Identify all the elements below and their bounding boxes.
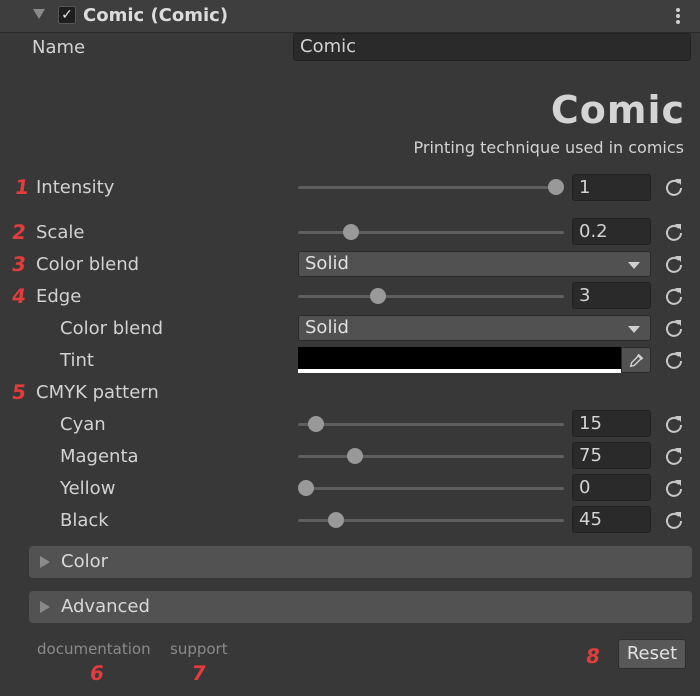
black-label: Black <box>60 510 109 531</box>
reset-button[interactable]: Reset <box>618 639 686 669</box>
reset-icon[interactable] <box>664 446 684 466</box>
name-input[interactable]: Comic <box>293 33 691 61</box>
badge-6: 6 <box>88 661 106 685</box>
reset-icon[interactable] <box>664 350 684 370</box>
advanced-section-foldout[interactable]: Advanced <box>29 591 692 623</box>
documentation-link[interactable]: documentation <box>37 640 151 658</box>
edge-input[interactable]: 3 <box>572 282 651 309</box>
enable-checkbox[interactable]: ✓ <box>58 6 76 24</box>
yellow-slider-track[interactable] <box>298 487 564 490</box>
scale-slider-thumb[interactable] <box>343 224 360 240</box>
badge-8: 8 <box>584 644 602 668</box>
intensity-label: Intensity <box>36 177 115 198</box>
black-input[interactable]: 45 <box>572 506 651 533</box>
reset-icon[interactable] <box>664 478 684 498</box>
scale-input[interactable]: 0.2 <box>572 218 651 245</box>
yellow-input[interactable]: 0 <box>572 474 651 501</box>
intensity-slider-track[interactable] <box>298 186 556 189</box>
foldout-arrow-icon <box>40 556 50 568</box>
magenta-input[interactable]: 75 <box>572 442 651 469</box>
intensity-input[interactable]: 1 <box>572 174 651 201</box>
color-section-title: Color <box>61 551 108 572</box>
reset-icon[interactable] <box>664 254 684 274</box>
color-blend-value: Solid <box>305 253 349 274</box>
magenta-slider-thumb[interactable] <box>347 448 364 464</box>
chevron-down-icon <box>628 326 640 333</box>
black-slider-thumb[interactable] <box>327 512 344 528</box>
component-header[interactable]: ✓ Comic (Comic) <box>0 0 700 33</box>
name-label: Name <box>32 37 86 58</box>
eyedropper-button[interactable] <box>621 347 651 373</box>
scale-slider-track[interactable] <box>298 231 564 234</box>
eyedropper-icon <box>629 353 644 368</box>
edge-label: Edge <box>36 286 82 307</box>
badge-3: 3 <box>10 252 28 276</box>
color-blend-dropdown[interactable]: Solid <box>298 251 651 277</box>
cyan-slider-thumb[interactable] <box>308 416 325 432</box>
edge-color-blend-label: Color blend <box>60 318 164 339</box>
cyan-slider-track[interactable] <box>298 423 564 426</box>
edge-color-blend-dropdown[interactable]: Solid <box>298 315 651 341</box>
magenta-slider-track[interactable] <box>298 455 564 458</box>
reset-icon[interactable] <box>664 286 684 306</box>
foldout-arrow-icon[interactable] <box>33 9 45 19</box>
edge-slider-track[interactable] <box>298 295 564 298</box>
scale-label: Scale <box>36 222 85 243</box>
badge-4: 4 <box>10 284 28 308</box>
cmyk-pattern-label: CMYK pattern <box>36 382 159 403</box>
color-section-foldout[interactable]: Color <box>29 546 692 578</box>
reset-icon[interactable] <box>664 222 684 242</box>
chevron-down-icon <box>628 262 640 269</box>
yellow-slider-thumb[interactable] <box>298 480 314 496</box>
cyan-input[interactable]: 15 <box>572 410 651 437</box>
badge-1: 1 <box>13 175 31 199</box>
tint-color-swatch[interactable] <box>298 347 621 373</box>
tint-label: Tint <box>60 350 94 371</box>
support-link[interactable]: support <box>170 640 228 658</box>
yellow-label: Yellow <box>60 478 116 499</box>
more-options-icon[interactable] <box>672 7 684 25</box>
badge-2: 2 <box>10 220 28 244</box>
reset-icon[interactable] <box>664 414 684 434</box>
cyan-label: Cyan <box>60 414 106 435</box>
effect-logo-title: Comic <box>550 88 685 132</box>
intensity-slider-thumb[interactable] <box>548 179 564 195</box>
reset-icon[interactable] <box>664 510 684 530</box>
badge-5: 5 <box>10 380 28 404</box>
edge-slider-thumb[interactable] <box>369 288 386 304</box>
edge-color-blend-value: Solid <box>305 317 349 338</box>
comic-inspector-panel: ✓ Comic (Comic) Name Comic Comic Printin… <box>0 0 700 696</box>
foldout-arrow-icon <box>40 601 50 613</box>
component-title: Comic (Comic) <box>83 5 229 26</box>
advanced-section-title: Advanced <box>61 596 150 617</box>
color-blend-label: Color blend <box>36 254 140 275</box>
reset-icon[interactable] <box>664 177 684 197</box>
reset-icon[interactable] <box>664 318 684 338</box>
magenta-label: Magenta <box>60 446 139 467</box>
badge-7: 7 <box>190 661 208 685</box>
effect-description: Printing technique used in comics <box>413 138 684 157</box>
